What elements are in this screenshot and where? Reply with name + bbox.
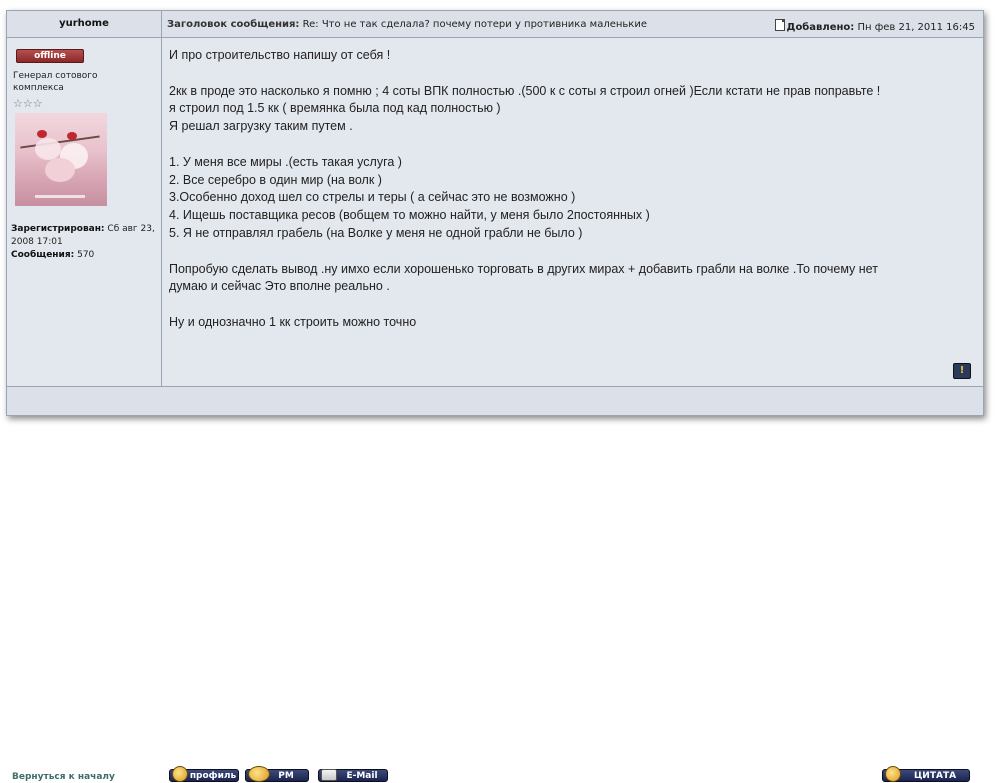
subject-label: Заголовок сообщения: (167, 19, 300, 30)
message-line: 4. Ищешь поставщика ресов (вобщем то мож… (169, 208, 650, 223)
message-gap (169, 65, 969, 83)
email-button-label: E-Mail (346, 771, 378, 781)
post-body: И про строительство напишу от себя ! 2кк … (169, 47, 969, 332)
message-line: 5. Я не отправлял грабель (на Волке у ме… (169, 225, 583, 240)
subject-text: Re: Что не так сделала? почему потери у … (302, 19, 647, 30)
username[interactable]: yurhome (7, 18, 161, 29)
profile-button-label: профиль (189, 771, 237, 781)
message-line: я строил под 1.5 кк ( времянка была под … (169, 101, 501, 116)
message-gap (169, 136, 969, 154)
back-to-top-link[interactable]: Вернуться к началу (12, 772, 115, 782)
message-gap (169, 296, 969, 314)
quote-button[interactable]: ЦИТАТА (882, 766, 970, 782)
status-badge: offline (16, 49, 84, 63)
column-divider (161, 11, 162, 415)
pm-button[interactable]: PM (245, 766, 309, 782)
posts-label: Сообщения: (11, 250, 75, 260)
quote-bubble-icon (885, 766, 901, 782)
post-link-icon[interactable] (774, 19, 785, 31)
forum-post: yurhome Заголовок сообщения: Re: Что не … (6, 10, 984, 782)
posted-date: Пн фев 21, 2011 16:45 (857, 22, 975, 33)
quote-button-label: ЦИТАТА (913, 771, 957, 781)
message-line: Ну и однозначно 1 кк строить можно точно (169, 314, 417, 329)
rank-stars-icon: ☆☆☆ (13, 97, 43, 110)
profile-button[interactable]: профиль (169, 766, 239, 782)
user-rank: Генерал сотового комплекса (13, 71, 98, 93)
post-subject: Заголовок сообщения: Re: Что не так сдел… (167, 19, 647, 30)
post-date: Добавлено: Пн фев 21, 2011 16:45 (774, 19, 975, 33)
pm-button-label: PM (278, 771, 294, 781)
profile-icon (172, 766, 188, 782)
message-line: И про строительство напишу от себя ! (169, 48, 391, 62)
posted-label: Добавлено: (786, 22, 855, 33)
message-line: 3.Особенно доход шел со стрелы и теры ( … (169, 190, 576, 205)
envelope-icon (321, 769, 337, 781)
message-line: думаю и сейчас Это вполне реально . (169, 279, 390, 294)
email-button[interactable]: E-Mail (318, 769, 388, 782)
message-line: Попробую сделать вывод .ну имхо если хор… (169, 261, 878, 276)
message-line: 1. У меня все миры .(есть такая услуга ) (169, 154, 402, 169)
post-footer: Вернуться к началу профиль PM E-Mail ЦИТ… (7, 386, 983, 782)
pm-users-icon (248, 766, 270, 782)
post-header: yurhome Заголовок сообщения: Re: Что не … (7, 11, 983, 38)
report-warning-icon[interactable]: ! (953, 363, 971, 379)
registered-label: Зарегистрирован: (11, 224, 105, 234)
message-line: Я решал загрузку таким путем . (169, 119, 353, 134)
message-line: 2. Все серебро в один мир (на волк ) (169, 172, 382, 187)
posts-value: 570 (77, 250, 95, 260)
message-gap (169, 243, 969, 261)
message-line: 2кк в проде это насколько я помню ; 4 со… (169, 83, 881, 98)
avatar (15, 113, 107, 206)
profile-info: Зарегистрирован: Сб авг 23, 2008 17:01 С… (11, 223, 159, 262)
